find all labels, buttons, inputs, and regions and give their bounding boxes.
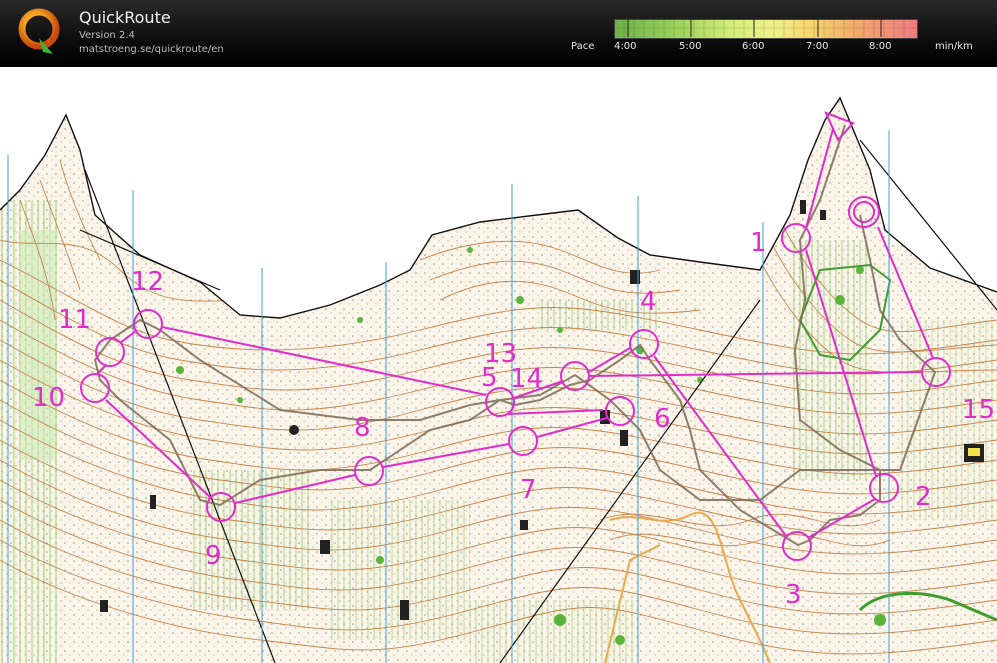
map-symbol-icon xyxy=(964,444,984,462)
control-number: 11 xyxy=(58,305,91,335)
pace-tick-label: 4:00 xyxy=(614,41,637,52)
app-version: Version 2.4 xyxy=(79,30,135,41)
pace-tick-label: 6:00 xyxy=(742,41,765,52)
control-number: 14 xyxy=(510,364,543,394)
control-number: 10 xyxy=(32,383,65,413)
app-title: QuickRoute xyxy=(79,8,171,27)
control-number: 6 xyxy=(654,404,671,434)
control-number: 3 xyxy=(785,580,802,610)
pace-unit: min/km xyxy=(935,41,973,52)
pace-tick-label: 8:00 xyxy=(869,41,892,52)
app-url[interactable]: matstroeng.se/quickroute/en xyxy=(79,44,224,55)
quickroute-logo-icon xyxy=(18,8,60,54)
pace-scale-grid xyxy=(614,19,916,37)
control-number: 12 xyxy=(131,267,164,297)
control-number: 15 xyxy=(962,395,995,425)
control-number: 2 xyxy=(915,482,932,512)
app-header: QuickRoute Version 2.4 matstroeng.se/qui… xyxy=(0,0,997,67)
orienteering-map[interactable]: 1 2 3 4 5 6 7 8 9 10 11 12 13 14 15 xyxy=(0,67,997,663)
control-number: 9 xyxy=(205,541,222,571)
pace-label: Pace xyxy=(571,41,595,52)
control-number: 4 xyxy=(640,287,657,317)
control-number: 1 xyxy=(750,228,767,258)
pace-tick-label: 5:00 xyxy=(679,41,702,52)
control-number: 7 xyxy=(520,475,537,505)
control-number: 8 xyxy=(354,413,371,443)
pace-tick-label: 7:00 xyxy=(806,41,829,52)
